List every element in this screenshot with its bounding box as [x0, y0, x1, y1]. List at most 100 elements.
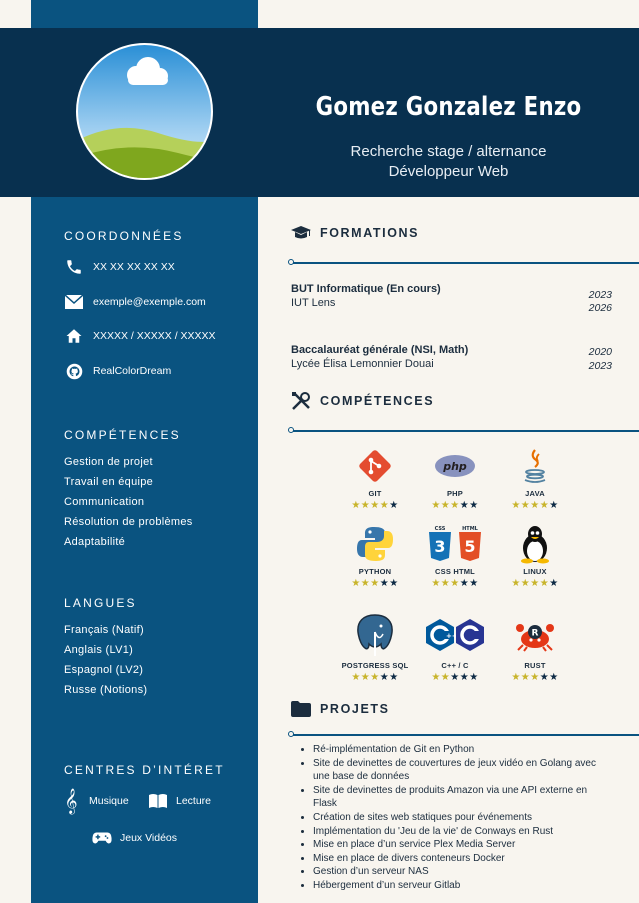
education-end-year: 2026 — [588, 302, 612, 314]
skill-rating: ★★★★★ — [340, 672, 410, 683]
divider-dot — [288, 427, 294, 433]
skill-java: JAVA ★★★★★ — [500, 446, 570, 511]
language-item: Russe (Notions) — [64, 684, 148, 696]
star-empty-icon: ★ — [379, 578, 390, 589]
star-filled-icon: ★ — [530, 578, 540, 589]
contact-section-title: COORDONNÉES — [64, 229, 184, 243]
project-item: Gestion d’un serveur NAS — [313, 865, 613, 879]
education-title: BUT Informatique (En cours) — [291, 283, 441, 295]
star-empty-icon: ★ — [469, 672, 479, 683]
phone-icon — [64, 257, 84, 277]
skill-label: PYTHON — [358, 567, 392, 576]
star-empty-icon: ★ — [549, 500, 559, 511]
star-filled-icon: ★ — [539, 500, 550, 511]
star-filled-icon: ★ — [370, 500, 380, 511]
star-filled-icon: ★ — [351, 500, 361, 511]
full-name: Gomez Gonzalez Enzo — [315, 92, 582, 122]
star-filled-icon: ★ — [440, 672, 451, 683]
education-start-year: 2020 — [588, 346, 612, 358]
interest-music: 𝄞 Musique — [61, 788, 128, 814]
star-filled-icon: ★ — [530, 500, 540, 511]
skill-rating: ★★★★★ — [340, 500, 410, 511]
formations-heading: FORMATIONS — [290, 222, 419, 244]
linux-tux-icon — [500, 524, 570, 564]
skill-postgresql: POSTGRESS SQL ★★★★★ — [340, 612, 410, 683]
skill-label: C++ / C — [441, 661, 469, 670]
star-filled-icon: ★ — [450, 500, 460, 511]
star-filled-icon: ★ — [370, 672, 380, 683]
book-icon — [148, 790, 168, 812]
language-item: Français (Natif) — [64, 624, 144, 636]
skill-label: GIT — [368, 489, 382, 498]
skill-rust: R RUST ★★★★★ — [500, 612, 570, 683]
star-filled-icon: ★ — [511, 500, 521, 511]
soft-skill-item: Gestion de projet — [64, 456, 153, 468]
interest-label: Jeux Vidéos — [120, 832, 178, 844]
contact-phone: XX XX XX XX XX — [64, 257, 175, 277]
star-filled-icon: ★ — [520, 672, 531, 683]
projets-heading: PROJETS — [290, 698, 390, 720]
gamepad-icon — [92, 827, 112, 849]
star-filled-icon: ★ — [530, 672, 540, 683]
interests-section-title: CENTRES D’INTÉRET — [64, 763, 225, 777]
project-item: Hébergement d’un serveur Gitlab — [313, 879, 613, 893]
language-item: Anglais (LV1) — [64, 644, 134, 656]
project-item: Site de devinettes de couvertures de jeu… — [313, 757, 613, 784]
music-icon: 𝄞 — [64, 788, 78, 814]
postgresql-elephant-icon — [340, 612, 410, 658]
svg-text:3: 3 — [434, 537, 445, 556]
python-logo-icon — [340, 524, 410, 564]
star-filled-icon: ★ — [431, 672, 441, 683]
star-filled-icon: ★ — [360, 500, 371, 511]
skill-php: php PHP ★★★★★ — [420, 446, 490, 511]
star-filled-icon: ★ — [360, 578, 371, 589]
phone-number: XX XX XX XX XX — [93, 261, 175, 273]
interest-reading: Lecture — [148, 790, 211, 812]
project-item: Mise en place d’un service Plex Media Se… — [313, 838, 613, 852]
contact-github: RealColorDream — [64, 361, 171, 381]
education-school: IUT Lens — [291, 297, 336, 309]
languages-section-title: LANGUES — [64, 596, 137, 610]
java-logo-icon — [500, 446, 570, 486]
soft-skill-item: Communication — [64, 496, 145, 508]
skill-label: POSTGRESS SQL — [341, 661, 409, 670]
soft-skill-item: Résolution de problèmes — [64, 516, 193, 528]
soft-skill-item: Travail en équipe — [64, 476, 154, 488]
rust-crab-icon: R — [500, 612, 570, 658]
star-filled-icon: ★ — [440, 578, 451, 589]
star-empty-icon: ★ — [549, 672, 559, 683]
star-filled-icon: ★ — [520, 578, 531, 589]
section-title: COMPÉTENCES — [320, 394, 435, 408]
email-address: exemple@exemple.com — [93, 296, 206, 308]
star-empty-icon: ★ — [459, 500, 470, 511]
skill-rating: ★★★★★ — [500, 578, 570, 589]
section-divider — [291, 734, 639, 736]
section-divider — [291, 262, 639, 264]
star-empty-icon: ★ — [459, 578, 470, 589]
skill-git: GIT ★★★★★ — [340, 446, 410, 511]
star-filled-icon: ★ — [511, 578, 521, 589]
star-empty-icon: ★ — [459, 672, 470, 683]
star-filled-icon: ★ — [379, 500, 390, 511]
skill-label: CSS HTML — [435, 567, 475, 576]
mail-icon — [64, 292, 84, 312]
star-filled-icon: ★ — [440, 500, 451, 511]
tools-icon — [290, 390, 312, 412]
star-filled-icon: ★ — [431, 578, 441, 589]
star-empty-icon: ★ — [379, 672, 390, 683]
skill-rating: ★★★★★ — [420, 500, 490, 511]
svg-text:R: R — [532, 629, 539, 639]
star-empty-icon: ★ — [389, 500, 399, 511]
project-item: Ré-implémentation de Git en Python — [313, 743, 613, 757]
star-filled-icon: ★ — [450, 578, 460, 589]
soft-skills-section-title: COMPÉTENCES — [64, 428, 181, 442]
job-title-line: Développeur Web — [388, 163, 509, 180]
section-divider — [291, 430, 639, 432]
skill-label: RUST — [524, 661, 546, 670]
svg-text:php: php — [442, 460, 467, 473]
interest-games: Jeux Vidéos — [92, 827, 177, 849]
interest-label: Lecture — [176, 795, 212, 807]
education-end-year: 2023 — [588, 360, 612, 372]
education-title: Baccalauréat générale (NSI, Math) — [291, 344, 469, 356]
star-filled-icon: ★ — [370, 578, 380, 589]
